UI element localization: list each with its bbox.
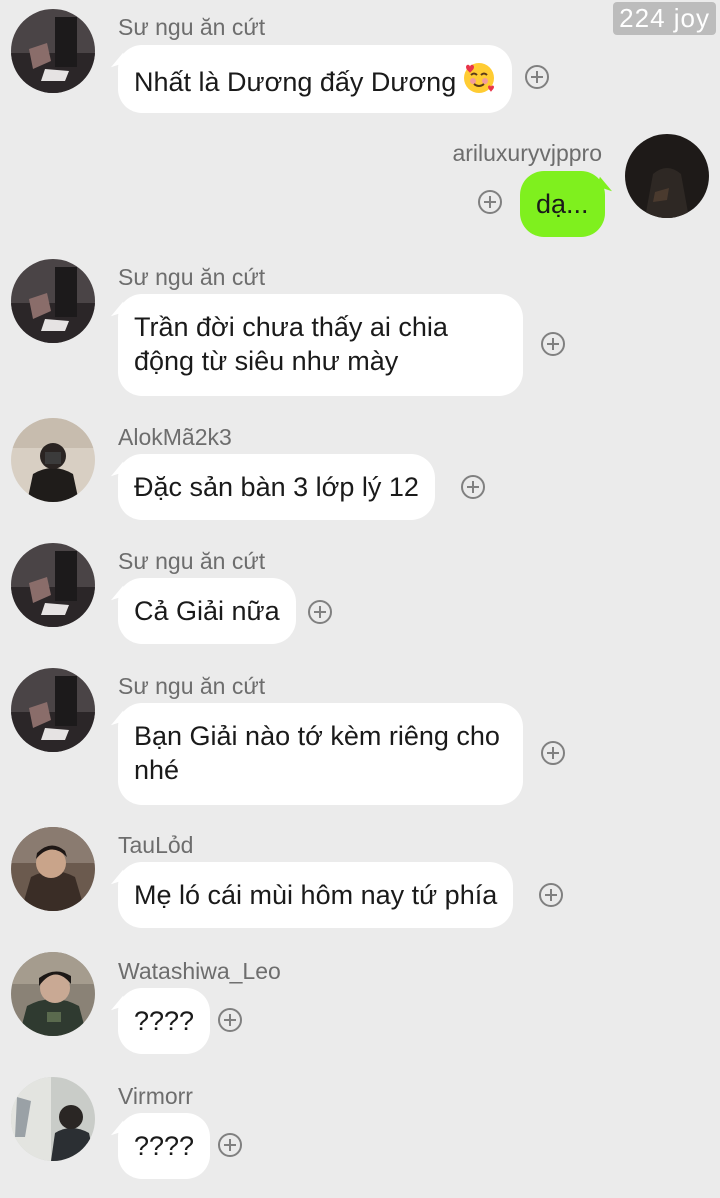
add-reaction-icon[interactable] xyxy=(218,1133,242,1157)
message-bubble[interactable]: Đặc sản bàn 3 lớp lý 12 xyxy=(118,454,435,520)
avatar[interactable] xyxy=(11,827,95,911)
sender-name: Sư ngu ăn cứt xyxy=(118,264,266,290)
add-reaction-icon[interactable] xyxy=(539,883,563,907)
message-bubble[interactable]: Cả Giải nữa xyxy=(118,578,296,644)
watermark: 224 joy xyxy=(613,2,716,35)
message-text: Cả Giải nữa xyxy=(134,596,280,626)
add-reaction-icon[interactable] xyxy=(461,475,485,499)
sender-name: Sư ngu ăn cứt xyxy=(118,14,266,40)
add-reaction-icon[interactable] xyxy=(541,332,565,356)
smiling-face-with-hearts-icon xyxy=(462,61,496,103)
message-bubble[interactable]: Bạn Giải nào tớ kèm riêng cho nhé xyxy=(118,703,523,805)
avatar[interactable] xyxy=(11,952,95,1036)
message-bubble[interactable]: Nhất là Dương đấy Dương xyxy=(118,45,513,113)
message-text: nhé xyxy=(134,755,180,785)
message-text: Mẹ ló cái mùi hôm nay tứ phía xyxy=(134,880,498,910)
add-reaction-icon[interactable] xyxy=(478,190,502,214)
add-reaction-icon[interactable] xyxy=(525,65,549,89)
avatar[interactable] xyxy=(11,1077,95,1161)
message-bubble[interactable]: Trần đời chưa thấy ai chia động từ siêu … xyxy=(118,294,523,396)
message-bubble[interactable]: ???? xyxy=(118,1113,211,1179)
message-text: Trần đời chưa thấy ai chia xyxy=(134,312,448,342)
avatar[interactable] xyxy=(11,418,95,502)
message-text: dạ... xyxy=(536,189,589,219)
add-reaction-icon[interactable] xyxy=(218,1008,242,1032)
add-reaction-icon[interactable] xyxy=(541,741,565,765)
message-bubble[interactable]: dạ... xyxy=(520,171,605,237)
sender-name: Sư ngu ăn cứt xyxy=(118,548,266,574)
avatar[interactable] xyxy=(11,543,95,627)
message-text: động từ siêu như mày xyxy=(134,346,399,376)
message-bubble[interactable]: Mẹ ló cái mùi hôm nay tứ phía xyxy=(118,862,514,928)
message-bubble[interactable]: ???? xyxy=(118,988,211,1054)
avatar[interactable] xyxy=(11,259,95,343)
message-text: ???? xyxy=(134,1131,195,1161)
sender-name: AlokMã2k3 xyxy=(118,424,232,450)
add-reaction-icon[interactable] xyxy=(308,600,332,624)
message-text: Nhất là Dương đấy Dương xyxy=(134,67,457,97)
sender-name: ariluxuryvjppro xyxy=(452,140,602,166)
sender-name: TauLỏd xyxy=(118,832,194,858)
message-text: Đặc sản bàn 3 lớp lý 12 xyxy=(134,472,419,502)
avatar[interactable] xyxy=(11,668,95,752)
sender-name: Watashiwa_Leo xyxy=(118,958,281,984)
sender-name: Virmorr xyxy=(118,1083,193,1109)
message-text: ???? xyxy=(134,1006,195,1036)
message-text: Bạn Giải nào tớ kèm riêng cho xyxy=(134,721,500,751)
sender-name: Sư ngu ăn cứt xyxy=(118,673,266,699)
avatar[interactable] xyxy=(11,9,95,93)
avatar[interactable] xyxy=(625,134,709,218)
